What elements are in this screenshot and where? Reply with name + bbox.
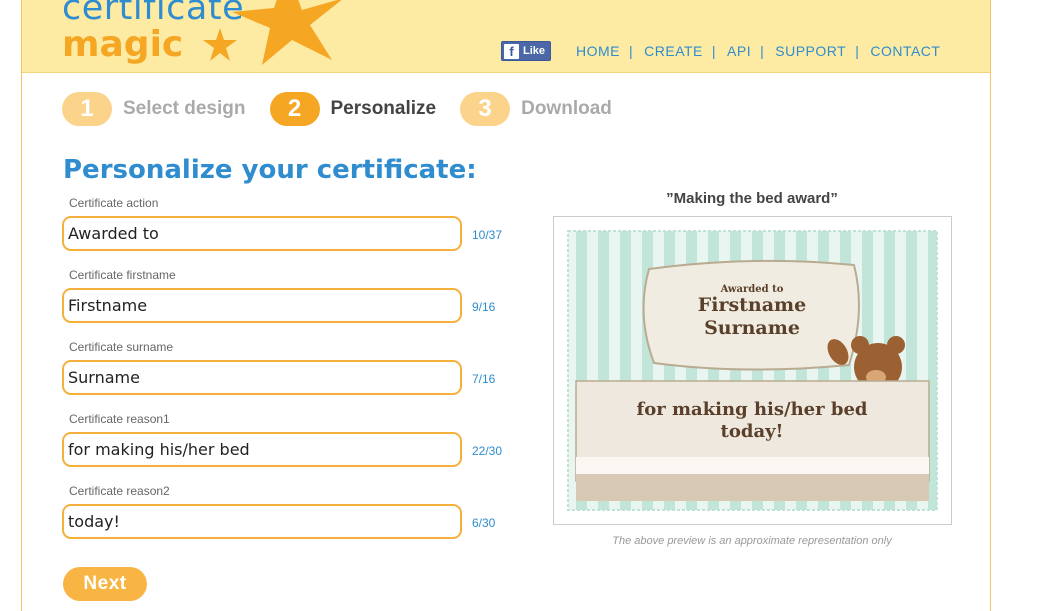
surname-input[interactable]: Surname: [62, 360, 462, 395]
like-label: Like: [523, 45, 546, 57]
step-number: 2: [269, 92, 320, 126]
field-firstname: Certificate firstname Firstname 9/16: [62, 268, 532, 323]
char-count: 22/30: [472, 444, 503, 458]
logo-text-magic[interactable]: magic: [62, 24, 183, 65]
facebook-like-button[interactable]: f Like: [501, 41, 551, 61]
preview-surname: Surname: [704, 317, 800, 339]
facebook-icon: f: [504, 43, 519, 59]
char-count: 9/16: [472, 300, 496, 314]
page-title: Personalize your certificate:: [63, 155, 477, 185]
main-nav: HOME | CREATE | API | SUPPORT | CONTACT: [576, 43, 941, 59]
step-personalize[interactable]: 2 Personalize: [269, 92, 437, 126]
step-select-design[interactable]: 1 Select design: [62, 92, 246, 126]
reason2-input[interactable]: today!: [62, 504, 462, 539]
nav-create[interactable]: CREATE: [644, 43, 703, 59]
step-label: Personalize: [330, 98, 437, 119]
nav-support[interactable]: SUPPORT: [775, 43, 846, 59]
certificate-image: Awarded to Firstname Surname for making …: [567, 230, 938, 511]
step-label: Download: [521, 98, 612, 119]
field-label: Certificate reason1: [69, 412, 170, 426]
firstname-input[interactable]: Firstname: [62, 288, 462, 323]
field-reason2: Certificate reason2 today! 6/30: [62, 484, 532, 539]
site-header: certificate magic f Like HOME | CREATE | A…: [22, 0, 990, 73]
preview-reason1: for making his/her bed: [636, 399, 867, 420]
field-label: Certificate action: [69, 196, 159, 210]
step-number: 1: [62, 92, 112, 126]
field-label: Certificate reason2: [69, 484, 170, 498]
reason1-input[interactable]: for making his/her bed: [62, 432, 462, 467]
certificate-preview: Awarded to Firstname Surname for making …: [553, 216, 952, 525]
field-reason1: Certificate reason1 for making his/her b…: [62, 412, 532, 467]
preview-title: ”Making the bed award”: [666, 190, 838, 207]
preview-note: The above preview is an approximate repr…: [612, 535, 892, 547]
field-surname: Certificate surname Surname 7/16: [62, 340, 532, 395]
next-button[interactable]: Next: [63, 567, 147, 601]
step-download[interactable]: 3 Download: [460, 92, 612, 126]
char-count: 10/37: [472, 228, 503, 242]
char-count: 6/30: [472, 516, 496, 530]
preview-firstname: Firstname: [698, 294, 807, 316]
step-label: Select design: [123, 98, 246, 119]
preview-reason2: today!: [721, 421, 784, 442]
field-action: Certificate action Awarded to 10/37: [62, 196, 532, 251]
field-label: Certificate firstname: [69, 268, 176, 282]
nav-home[interactable]: HOME: [576, 43, 620, 59]
step-number: 3: [460, 92, 511, 126]
nav-api[interactable]: API: [727, 43, 751, 59]
nav-contact[interactable]: CONTACT: [870, 43, 940, 59]
small-star-icon: [203, 28, 237, 61]
action-input[interactable]: Awarded to: [62, 216, 462, 251]
progress-steps: 1 Select design 2 Personalize 3 Download: [62, 92, 636, 126]
char-count: 7/16: [472, 372, 496, 386]
field-label: Certificate surname: [69, 340, 174, 354]
page-frame: certificate magic f Like HOME | CREATE | A…: [21, 0, 991, 611]
